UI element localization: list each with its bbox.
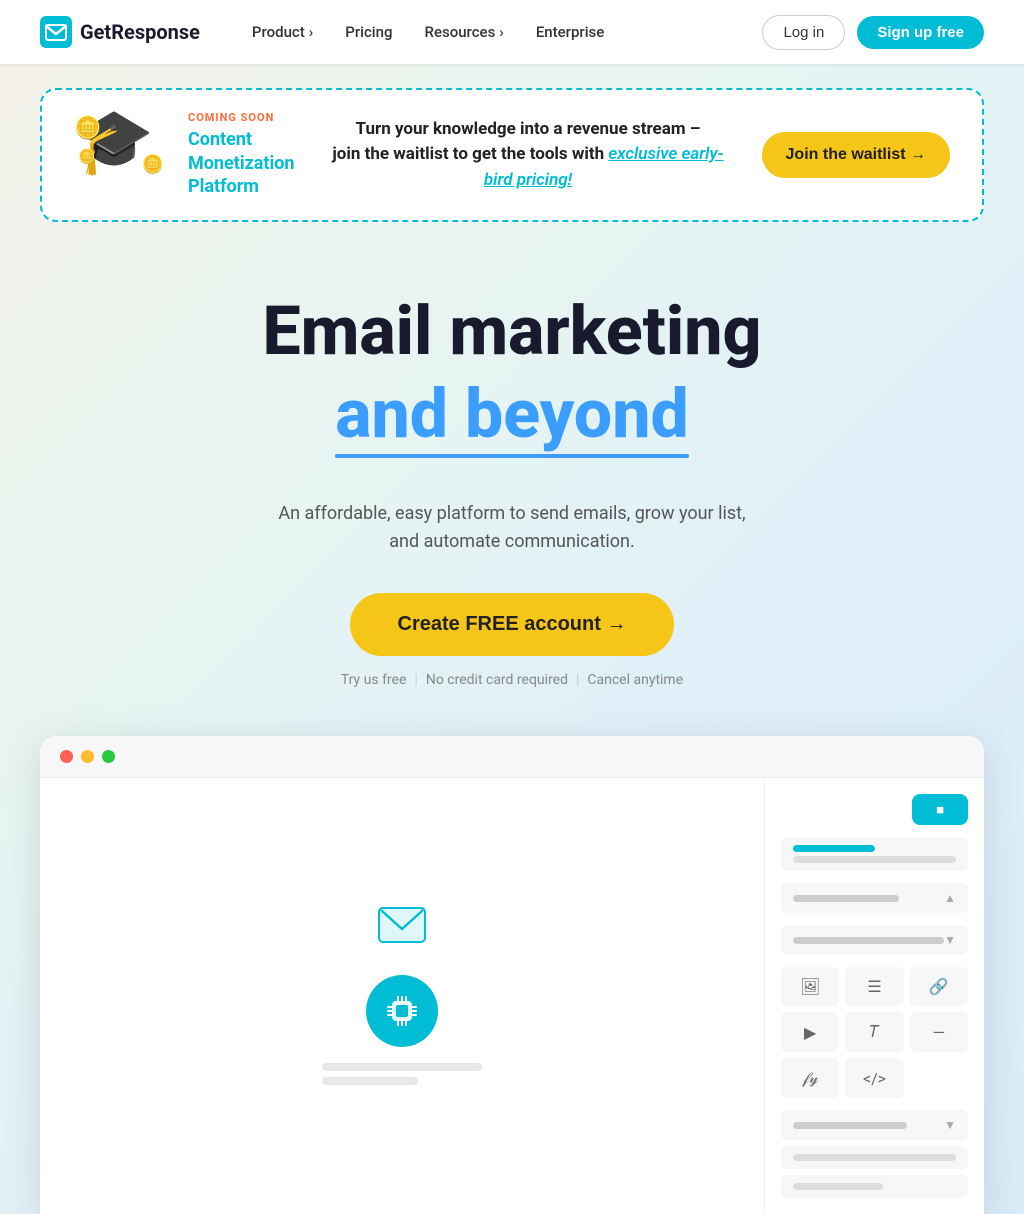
mail-icon — [378, 907, 426, 943]
toolbar-code-icon[interactable]: </> — [845, 1058, 903, 1098]
screenshot-left-panel — [40, 778, 764, 1214]
toolbar-link-icon[interactable]: 🔗 — [910, 967, 968, 1006]
note-cancel: Cancel anytime — [579, 672, 691, 688]
screenshot-titlebar — [40, 736, 984, 778]
cta-button[interactable]: Create FREE account → — [350, 593, 675, 656]
field-line-active — [793, 845, 875, 852]
hero-section: Email marketing and beyond An affordable… — [0, 246, 1024, 720]
bottom-dropdown[interactable]: ▼ — [781, 1110, 968, 1140]
chevron-down-icon: ▼ — [944, 1118, 956, 1132]
toolbar-image-icon[interactable]: 🖼 — [781, 967, 839, 1006]
titlebar-dot-green — [102, 750, 115, 763]
content-line — [322, 1063, 482, 1071]
right-field-dropdown[interactable]: ▲ — [781, 883, 968, 913]
chevron-down-icon: › — [309, 23, 314, 41]
hero-title: Email marketing — [40, 294, 984, 369]
content-line — [322, 1077, 418, 1085]
hero-description: An affordable, easy platform to send ema… — [40, 500, 984, 558]
hero-subtitle: and beyond — [335, 377, 688, 452]
banner-label: COMING SOON Content Monetization Platfor… — [188, 111, 294, 198]
field-line — [793, 1154, 956, 1161]
nav-resources[interactable]: Resources › — [413, 15, 516, 49]
chip-svg — [383, 992, 421, 1030]
toolbar-social-icon[interactable]: 𝒻𝓎 — [781, 1058, 839, 1098]
logo-icon — [40, 16, 72, 48]
screenshot-body: ■ ▲ ▼ 🖼 ☰ 🔗 ▶ — [40, 778, 984, 1214]
nav-actions: Log in Sign up free — [762, 15, 984, 50]
icon-toolbar: 🖼 ☰ 🔗 ▶ 𝑇 — 𝒻𝓎 </> — [781, 967, 968, 1098]
chevron-down-icon: › — [499, 23, 504, 41]
nav-pricing[interactable]: Pricing — [333, 15, 404, 49]
note-try-free: Try us free — [333, 672, 415, 688]
logo[interactable]: GetResponse — [40, 16, 200, 48]
waitlist-button[interactable]: Join the waitlist → — [762, 132, 950, 178]
toolbar-format-icon[interactable]: 𝑇 — [845, 1012, 903, 1052]
screenshot-right-header: ■ — [781, 794, 968, 825]
banner-description: Turn your knowledge into a revenue strea… — [318, 117, 737, 194]
field-line — [793, 937, 944, 944]
coming-soon-label: COMING SOON — [188, 111, 294, 124]
toolbar-text-icon[interactable]: ☰ — [845, 967, 903, 1006]
logo-text: GetResponse — [80, 20, 200, 44]
signup-button[interactable]: Sign up free — [857, 16, 984, 49]
promo-banner: 🎓 🪙 🪙 🪙 COMING SOON Content Monetization… — [40, 88, 984, 222]
chevron-down-icon: ▼ — [944, 933, 956, 947]
right-field-dropdown-2[interactable]: ▼ — [781, 925, 968, 955]
login-button[interactable]: Log in — [762, 15, 845, 50]
field-line — [793, 895, 899, 902]
nav-links: Product › Pricing Resources › Enterprise — [240, 15, 763, 49]
hero-note: Try us free | No credit card required | … — [40, 672, 984, 688]
right-field-1 — [781, 837, 968, 871]
chevron-up-icon: ▲ — [944, 891, 956, 905]
product-screenshot: ■ ▲ ▼ 🖼 ☰ 🔗 ▶ — [40, 736, 984, 1214]
note-no-cc: No credit card required — [418, 672, 576, 688]
nav-product[interactable]: Product › — [240, 15, 325, 49]
screenshot-right-panel: ■ ▲ ▼ 🖼 ☰ 🔗 ▶ — [764, 778, 984, 1214]
screenshot-action-button[interactable]: ■ — [912, 794, 968, 825]
titlebar-dot-red — [60, 750, 73, 763]
field-line — [793, 1183, 883, 1190]
titlebar-dot-yellow — [81, 750, 94, 763]
platform-name: Content Monetization Platform — [188, 128, 294, 198]
toolbar-divider-icon[interactable]: — — [910, 1012, 968, 1052]
ai-chip-icon — [366, 975, 438, 1047]
field-line — [793, 856, 956, 863]
toolbar-video-icon[interactable]: ▶ — [781, 1012, 839, 1052]
content-placeholder-lines — [322, 1063, 482, 1085]
bottom-field-lines: ▼ — [781, 1110, 968, 1198]
field-line — [793, 1122, 907, 1129]
banner-illustration: 🎓 🪙 🪙 🪙 — [74, 110, 164, 200]
nav-enterprise[interactable]: Enterprise — [524, 15, 616, 49]
navbar: GetResponse Product › Pricing Resources … — [0, 0, 1024, 64]
